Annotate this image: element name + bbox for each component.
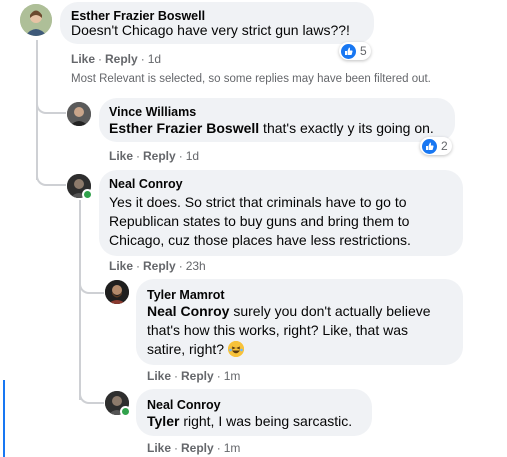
reply-text-line: Republican states to buy guns and bring … — [109, 213, 410, 229]
reply-actions: Like · Reply · 1m — [147, 441, 241, 455]
reaction-count: 5 — [360, 44, 367, 58]
reply-actions: Like · Reply · 1m — [147, 369, 241, 383]
reaction-count: 2 — [441, 139, 448, 153]
reply-author[interactable]: Vince Williams — [109, 105, 196, 119]
like-link[interactable]: Like — [109, 149, 133, 163]
reply-author[interactable]: Neal Conroy — [109, 177, 183, 191]
reply-actions: Like · Reply · 23h — [109, 259, 206, 273]
timestamp[interactable]: 23h — [186, 259, 206, 273]
online-status-indicator — [120, 406, 131, 417]
reply-link[interactable]: Reply — [181, 369, 214, 383]
like-link[interactable]: Like — [147, 441, 171, 455]
timestamp[interactable]: 1d — [186, 149, 199, 163]
like-link[interactable]: Like — [147, 369, 171, 383]
like-link[interactable]: Like — [71, 52, 95, 66]
like-reaction-icon — [341, 43, 356, 59]
comment-actions: Like · Reply · 1d — [71, 52, 162, 66]
mention-tag[interactable]: Neal Conroy — [147, 303, 229, 319]
reply-link[interactable]: Reply — [143, 259, 176, 273]
avatar-vince[interactable] — [67, 102, 91, 126]
reply-actions: Like · Reply · 1d — [109, 149, 200, 163]
like-link[interactable]: Like — [109, 259, 133, 273]
timestamp[interactable]: 1m — [224, 441, 241, 455]
online-status-indicator — [82, 189, 93, 200]
reply-link[interactable]: Reply — [181, 441, 214, 455]
avatar-esther[interactable] — [20, 4, 52, 36]
reply-author[interactable]: Neal Conroy — [147, 398, 221, 412]
timestamp[interactable]: 1d — [148, 52, 161, 66]
left-highlight-bar — [3, 380, 5, 457]
reply-text-line: satire, right? — [147, 340, 244, 359]
reply-text: Tyler right, I was being sarcastic. — [147, 413, 353, 429]
thread-connector — [79, 278, 104, 294]
thread-connector — [36, 170, 66, 186]
filter-notice: Most Relevant is selected, so some repli… — [71, 73, 431, 85]
reply-text-line: Yes it does. So strict that criminals ha… — [109, 194, 407, 210]
reply-text: Esther Frazier Boswell that's exactly y … — [109, 120, 434, 136]
reply-link[interactable]: Reply — [105, 52, 138, 66]
timestamp[interactable]: 1m — [224, 369, 241, 383]
reaction-summary[interactable]: 2 — [420, 137, 452, 155]
avatar-tyler[interactable] — [105, 280, 129, 304]
reply-text-line: Chicago, cuz those places have less rest… — [109, 232, 411, 248]
thread-line-nested — [79, 200, 81, 400]
mention-tag[interactable]: Tyler — [147, 413, 179, 429]
comment-text: Doesn't Chicago have very strict gun law… — [71, 22, 350, 38]
reply-text-line: that's how this works, right? Like, that… — [147, 322, 409, 338]
reply-text-line: Neal Conroy surely you don't actually be… — [147, 303, 431, 319]
mention-tag[interactable]: Esther Frazier Boswell — [109, 120, 259, 136]
laughing-emoji-icon — [227, 341, 244, 357]
thread-connector — [79, 388, 104, 404]
reply-link[interactable]: Reply — [143, 149, 176, 163]
like-reaction-icon — [422, 138, 437, 154]
reaction-summary[interactable]: 5 — [339, 42, 371, 60]
thread-connector — [36, 98, 66, 114]
reply-author[interactable]: Tyler Mamrot — [147, 288, 225, 302]
